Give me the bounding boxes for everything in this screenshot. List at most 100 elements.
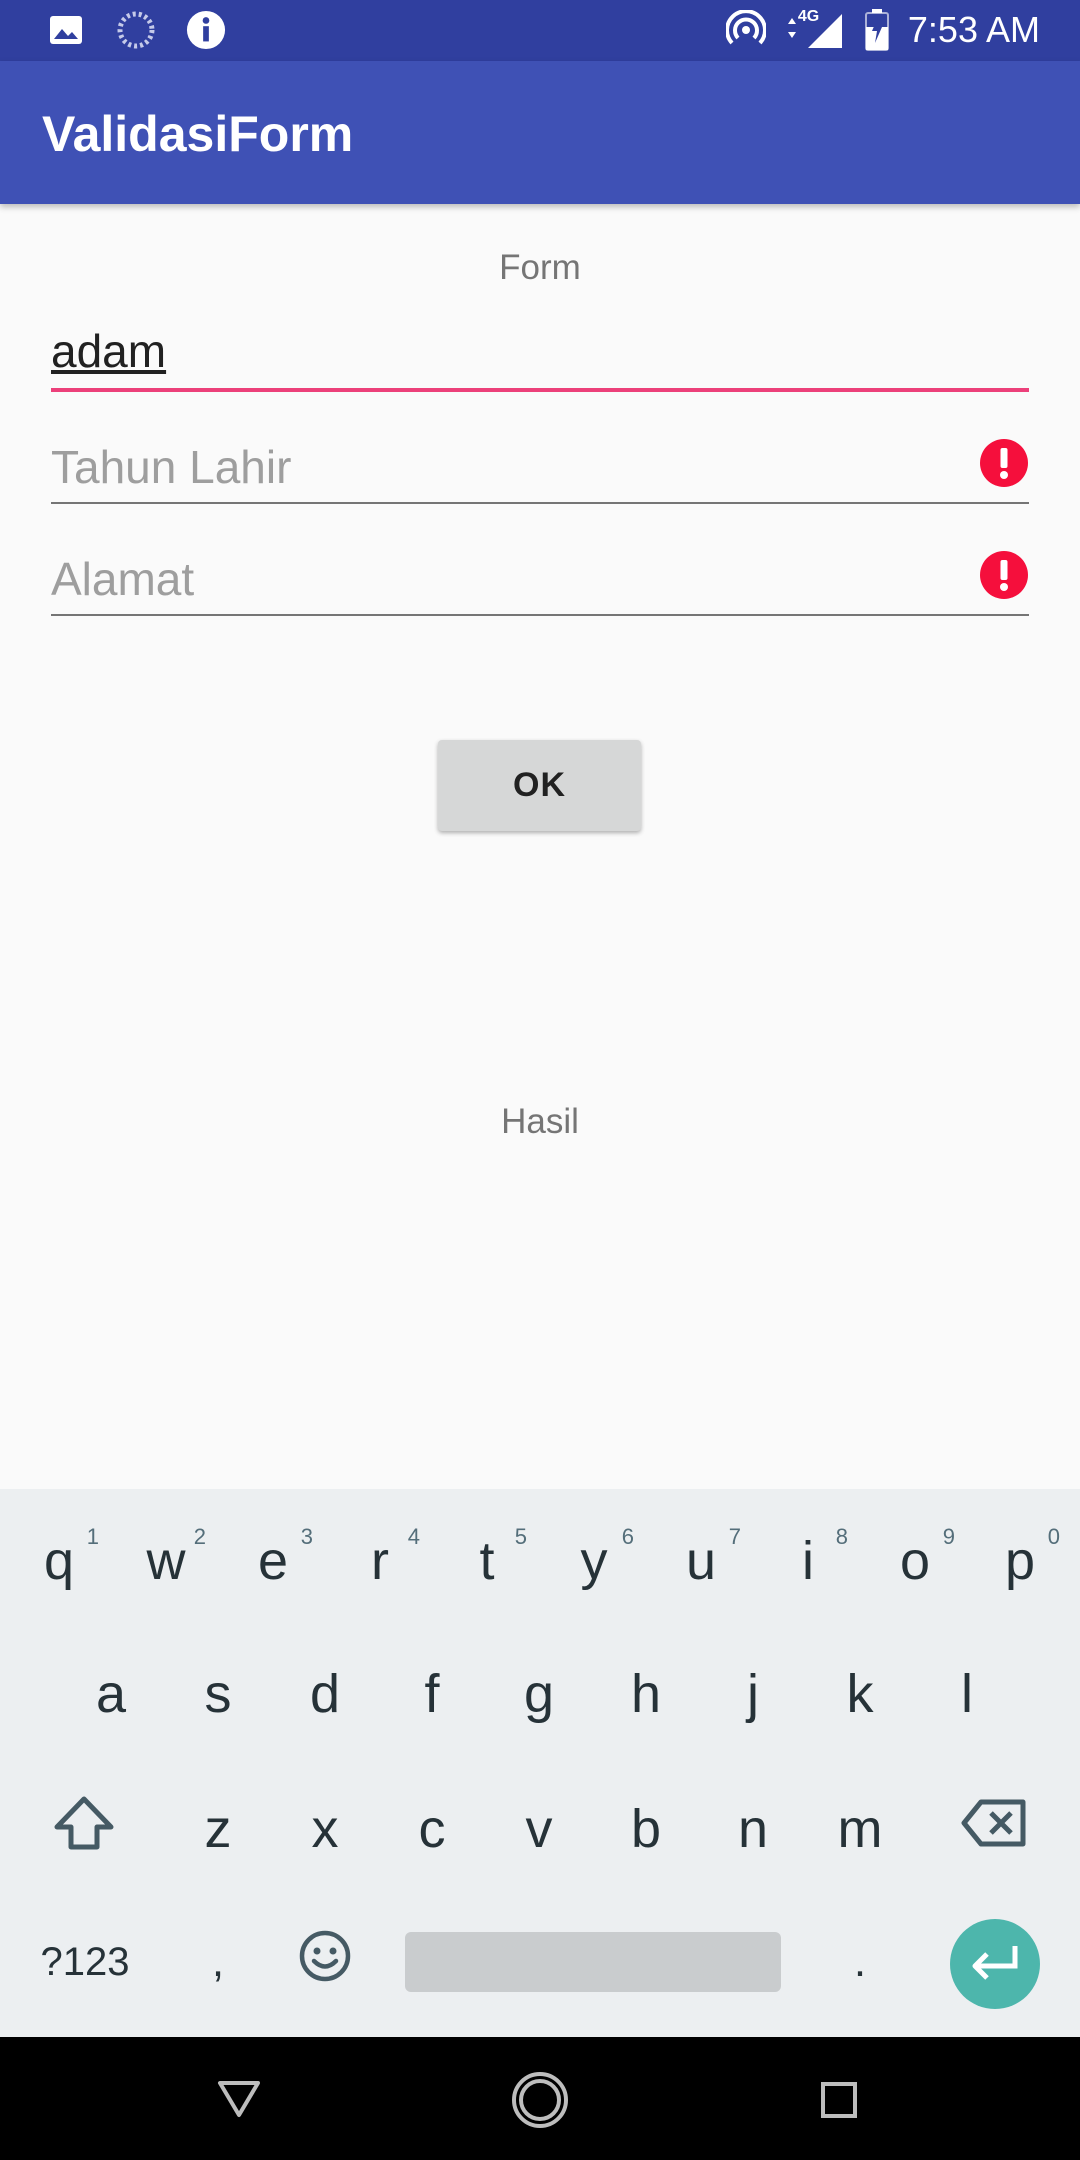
key-label: b: [630, 1799, 662, 1859]
key-label: y: [580, 1531, 608, 1591]
key-q[interactable]: q1: [5, 1506, 113, 1616]
key-t[interactable]: t5: [433, 1506, 541, 1616]
comma-key[interactable]: ,: [164, 1907, 272, 2017]
battery-icon: [864, 9, 890, 51]
key-hint: 2: [193, 1524, 206, 1549]
key-label: z: [204, 1799, 232, 1859]
key-label: n: [737, 1799, 769, 1859]
key-m[interactable]: m: [806, 1774, 914, 1884]
key-label: k: [846, 1664, 874, 1724]
key-label: c: [418, 1799, 446, 1859]
key-b[interactable]: b: [592, 1774, 700, 1884]
key-f[interactable]: f: [378, 1639, 486, 1749]
key-label: f: [424, 1664, 440, 1724]
recents-icon[interactable]: [820, 2081, 858, 2124]
network-type: 4G: [797, 8, 820, 25]
key-y[interactable]: y6: [540, 1506, 648, 1616]
key-r[interactable]: r4: [326, 1506, 434, 1616]
backspace-icon: [961, 1798, 1027, 1861]
home-icon[interactable]: [510, 2070, 570, 2135]
key-hint: 7: [728, 1524, 741, 1549]
key-label: w: [146, 1531, 186, 1591]
tahun-lahir-placeholder: Tahun Lahir: [51, 441, 292, 493]
key-hint: 3: [300, 1524, 313, 1549]
emoji-icon: [298, 1929, 352, 1996]
key-x[interactable]: x: [271, 1774, 379, 1884]
enter-key[interactable]: [950, 1919, 1040, 2009]
key-label: m: [837, 1799, 883, 1859]
key-p[interactable]: p0: [966, 1506, 1074, 1616]
name-field-value: adam: [51, 325, 167, 377]
name-field-underline: [51, 388, 1029, 392]
key-label: t: [479, 1531, 495, 1591]
alamat-underline: [51, 614, 1029, 616]
key-d[interactable]: d: [271, 1639, 379, 1749]
key-hint: 1: [86, 1524, 99, 1549]
error-icon[interactable]: [979, 550, 1029, 600]
key-label: j: [747, 1664, 759, 1724]
key-g[interactable]: g: [485, 1639, 593, 1749]
shift-icon: [53, 1795, 115, 1864]
key-v[interactable]: v: [485, 1774, 593, 1884]
key-label: s: [204, 1664, 232, 1724]
result-label: Hasil: [501, 1102, 579, 1141]
key-label: a: [95, 1664, 127, 1724]
key-l[interactable]: l: [913, 1639, 1021, 1749]
key-label: r: [371, 1531, 389, 1591]
key-k[interactable]: k: [806, 1639, 914, 1749]
enter-icon: [969, 1944, 1021, 1985]
key-w[interactable]: w2: [112, 1506, 220, 1616]
loading-icon: [116, 10, 156, 50]
key-label: i: [802, 1531, 814, 1591]
key-label: p: [1004, 1531, 1036, 1591]
key-e[interactable]: e3: [219, 1506, 327, 1616]
key-h[interactable]: h: [592, 1639, 700, 1749]
tahun-lahir-field[interactable]: Tahun Lahir: [51, 434, 1029, 504]
key-hint: 6: [621, 1524, 634, 1549]
navigation-bar: [0, 2037, 1080, 2160]
shift-key[interactable]: [30, 1774, 138, 1884]
form-label: Form: [499, 248, 581, 287]
info-icon: [186, 10, 226, 50]
error-icon[interactable]: [979, 438, 1029, 488]
key-j[interactable]: j: [699, 1639, 807, 1749]
key-n[interactable]: n: [699, 1774, 807, 1884]
key-o[interactable]: o9: [861, 1506, 969, 1616]
key-z[interactable]: z: [164, 1774, 272, 1884]
back-icon[interactable]: [216, 2079, 262, 2124]
key-label: x: [311, 1799, 339, 1859]
symbols-key[interactable]: ?123: [30, 1907, 140, 2017]
signal-icon: 4G: [784, 8, 846, 50]
key-label: u: [685, 1531, 717, 1591]
name-field[interactable]: adam: [51, 322, 1029, 392]
tahun-lahir-underline: [51, 502, 1029, 504]
key-label: l: [961, 1664, 973, 1724]
key-label: h: [630, 1664, 662, 1724]
key-label: e: [257, 1531, 289, 1591]
key-label: g: [523, 1664, 555, 1724]
period-key[interactable]: .: [806, 1907, 914, 2017]
key-a[interactable]: a: [57, 1639, 165, 1749]
key-c[interactable]: c: [378, 1774, 486, 1884]
emoji-key[interactable]: [271, 1907, 379, 2017]
key-hint: 4: [407, 1524, 420, 1549]
status-bar: 4G 7:53 AM: [0, 0, 1080, 61]
space-key[interactable]: [405, 1932, 781, 1992]
image-icon: [46, 10, 86, 50]
soft-keyboard: q1 w2 e3 r4 t5 y6 u7 i8 o9 p0 a s d f g …: [0, 1489, 1080, 2037]
key-label: o: [899, 1531, 931, 1591]
key-u[interactable]: u7: [647, 1506, 755, 1616]
hotspot-icon: [725, 10, 766, 50]
backspace-key[interactable]: [940, 1774, 1048, 1884]
key-hint: 0: [1047, 1524, 1060, 1549]
key-i[interactable]: i8: [754, 1506, 862, 1616]
app-title: ValidasiForm: [42, 106, 354, 162]
alamat-field[interactable]: Alamat: [51, 546, 1029, 616]
alamat-placeholder: Alamat: [51, 553, 195, 605]
key-s[interactable]: s: [164, 1639, 272, 1749]
status-time: 7:53 AM: [907, 9, 1040, 50]
ok-button[interactable]: OK: [438, 740, 641, 831]
key-label: q: [43, 1531, 75, 1591]
key-label: d: [309, 1664, 341, 1724]
key-hint: 8: [835, 1524, 848, 1549]
